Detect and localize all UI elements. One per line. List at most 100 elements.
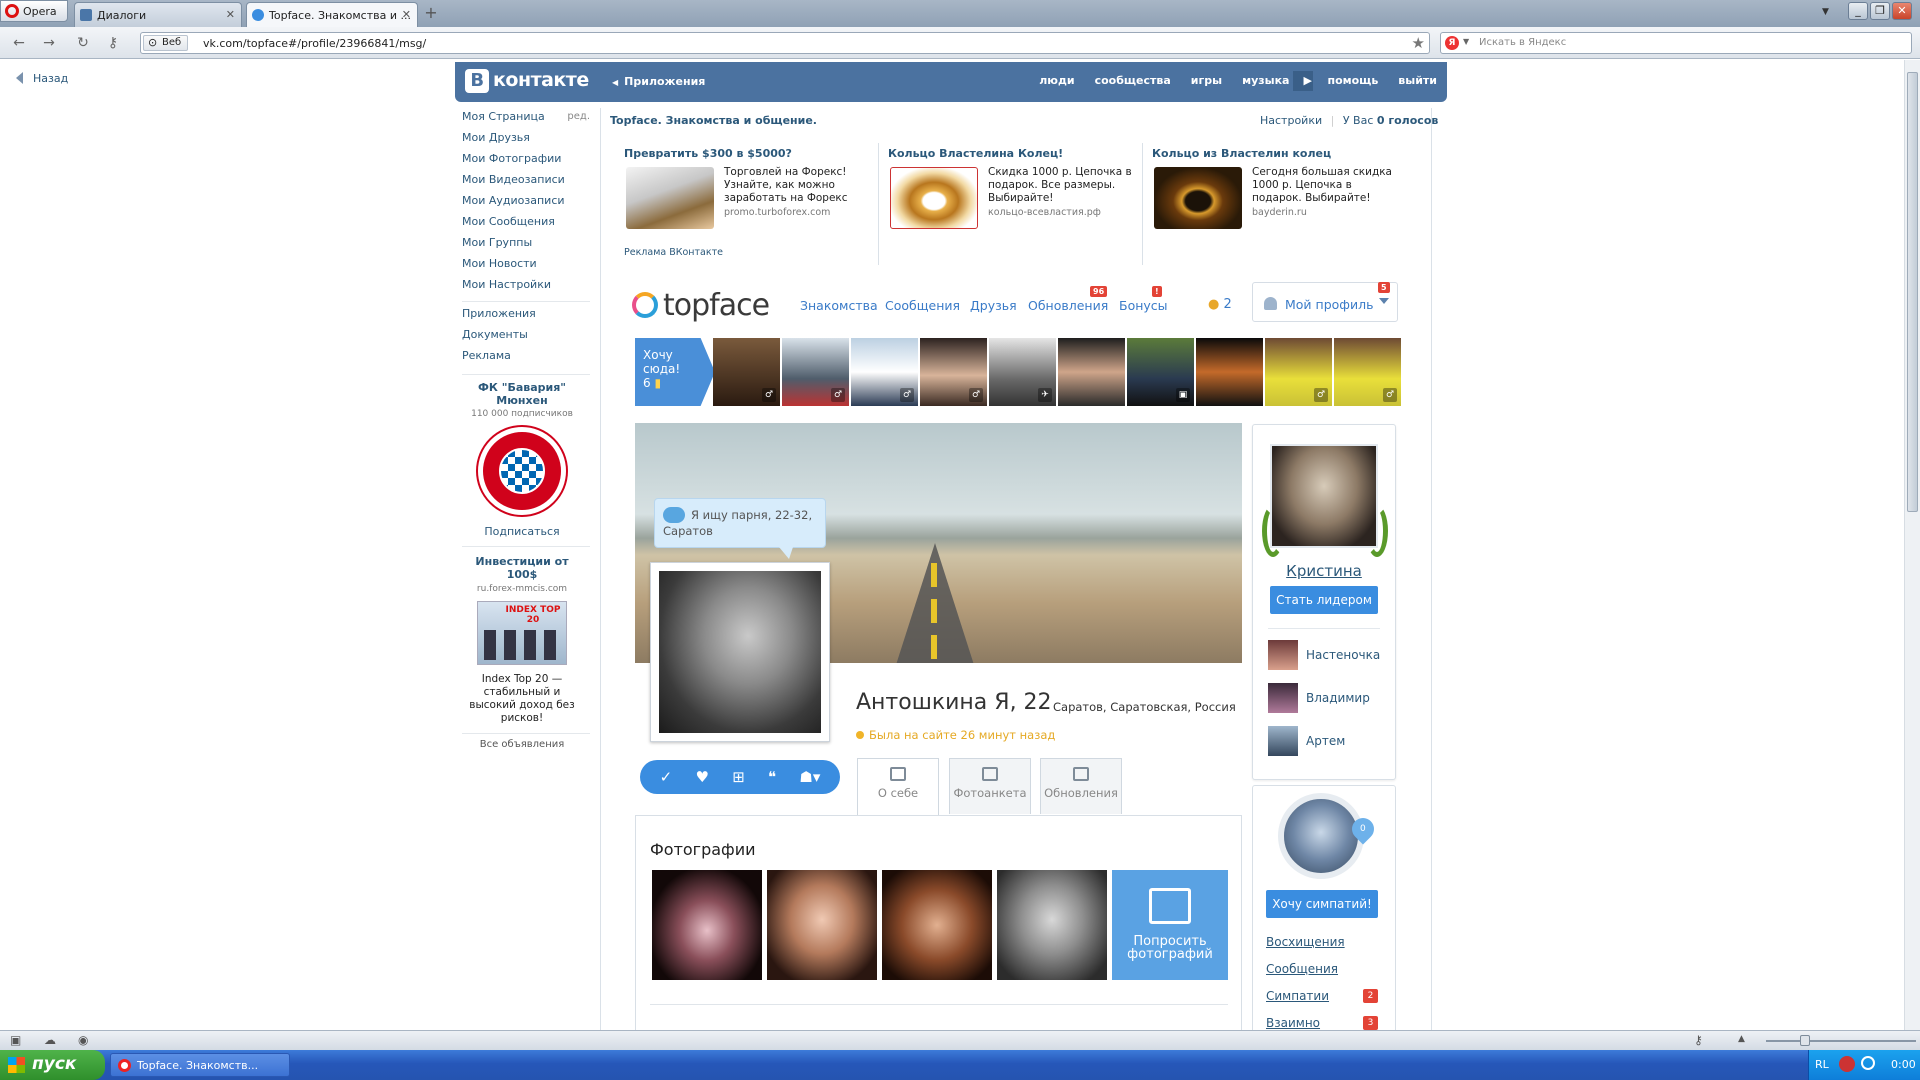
user-thumbnail[interactable]: ♂ [1334, 338, 1401, 406]
ad-ring-1[interactable]: Кольцо Властелина Колец! Скидка 1000 р. … [888, 147, 1143, 267]
menu-my-videos[interactable]: Мои Видеозаписи [462, 173, 590, 194]
tf-nav-messages[interactable]: Сообщения [885, 298, 960, 313]
tab-list-icon[interactable]: ▼ [1822, 7, 1829, 17]
clock[interactable]: 0:00 [1891, 1058, 1916, 1071]
menu-my-audio[interactable]: Мои Аудиозаписи [462, 194, 590, 215]
ad-title[interactable]: Кольцо Властелина Колец! [888, 147, 1143, 160]
restore-icon[interactable]: ❐ [1870, 2, 1890, 20]
tab-updates[interactable]: Обновления [1040, 758, 1122, 814]
topface-logo[interactable]: topface [632, 288, 770, 323]
add-user-icon[interactable]: ☗▾ [799, 768, 820, 786]
ad-ring-image[interactable] [1154, 167, 1242, 229]
ad-ring-image[interactable] [890, 167, 978, 229]
tray-network-icon[interactable] [1861, 1056, 1875, 1070]
user-thumbnail[interactable]: ▣ [1127, 338, 1194, 406]
menu-my-news[interactable]: Мои Новости [462, 257, 590, 278]
nav-games[interactable]: игры [1181, 74, 1232, 91]
back-arrow-icon[interactable]: ← [10, 34, 28, 52]
vk-ads-label[interactable]: Реклама ВКонтакте [624, 247, 723, 258]
photo-thumbnail[interactable] [882, 870, 992, 980]
yandex-icon[interactable]: Я [1445, 36, 1459, 50]
triangle-up-icon[interactable]: ▲ [1738, 1034, 1745, 1044]
tf-nav-friends[interactable]: Друзья [970, 298, 1017, 313]
user-thumbnail[interactable]: ✈ [989, 338, 1056, 406]
my-profile-dropdown[interactable]: Мой профиль [1252, 282, 1398, 322]
menu-my-photos[interactable]: Мои Фотографии [462, 152, 590, 173]
language-indicator[interactable]: RL [1815, 1058, 1829, 1071]
photo-thumbnail[interactable] [652, 870, 762, 980]
photo-thumbnail[interactable] [767, 870, 877, 980]
apps-link[interactable]: ◀ Приложения [612, 75, 705, 88]
become-leader-button[interactable]: Стать лидером [1270, 586, 1378, 614]
edit-link[interactable]: ред. [567, 110, 590, 124]
vk-logo[interactable]: Вконтакте [465, 69, 589, 93]
user-thumbnail[interactable]: ♂ [851, 338, 918, 406]
ad-money-image[interactable] [626, 167, 714, 229]
minimize-icon[interactable]: _ [1848, 2, 1868, 20]
reload-icon[interactable]: ↻ [74, 34, 92, 52]
menu-my-messages[interactable]: Мои Сообщения [462, 215, 590, 236]
cloud-icon[interactable]: ☁ [44, 1033, 56, 1047]
friend-avatar[interactable] [1268, 683, 1298, 713]
subscribe-link[interactable]: Подписаться [462, 525, 582, 538]
user-thumbnail[interactable]: ♂ [1265, 338, 1332, 406]
votes-value[interactable]: 0 голосов [1377, 114, 1438, 127]
user-thumbnail[interactable] [1196, 338, 1263, 406]
opera-menu-button[interactable]: Opera [0, 0, 68, 22]
side-ad-forex[interactable]: Инвестиции от 100$ ru.forex-mmcis.com IN… [462, 555, 582, 725]
leader-photo[interactable] [1270, 444, 1378, 548]
want-sympathy-button[interactable]: Хочу симпатий! [1266, 890, 1378, 918]
address-url[interactable]: vk.com/topface#/profile/23966841/msg/ [203, 37, 426, 50]
photo-thumbnail[interactable] [997, 870, 1107, 980]
back-link[interactable]: Назад [16, 72, 68, 85]
user-thumbnail[interactable]: ♂ [920, 338, 987, 406]
tab-dialogs[interactable]: Диалоги ✕ [74, 2, 242, 27]
message-icon[interactable]: ❝ [768, 768, 776, 786]
gift-icon[interactable]: ⊞ [732, 768, 745, 786]
user-thumbnail[interactable]: ♂ [782, 338, 849, 406]
tab-photo-profile[interactable]: Фотоанкета [949, 758, 1031, 814]
ad-ring-2[interactable]: Кольцо из Властелин колец Сегодня больша… [1152, 147, 1407, 267]
side-ad-bayern[interactable]: ФК "Бавария" Мюнхен 110 000 подписчиков … [462, 381, 582, 538]
tf-nav-bonuses[interactable]: Бонусы [1119, 298, 1168, 313]
mutual-link[interactable]: Взаимно [1266, 1016, 1320, 1030]
ad-title[interactable]: Превратить $300 в $5000? [624, 147, 879, 160]
friend-avatar[interactable] [1268, 726, 1298, 756]
index-top20-image[interactable]: INDEX TOP 20 [477, 601, 567, 665]
friend-link[interactable]: Настеночка [1268, 640, 1388, 670]
nav-logout[interactable]: выйти [1388, 74, 1447, 91]
tray-app-icon[interactable] [1839, 1056, 1855, 1072]
friend-avatar[interactable] [1268, 640, 1298, 670]
ask-photos-button[interactable]: Попросить фотографий [1112, 870, 1228, 980]
friend-name[interactable]: Настеночка [1306, 648, 1380, 662]
heart-icon[interactable]: ♥ [695, 768, 708, 786]
friend-name[interactable]: Владимир [1306, 691, 1370, 705]
page-scrollbar[interactable] [1904, 60, 1920, 1030]
friend-name[interactable]: Артем [1306, 734, 1345, 748]
menu-apps[interactable]: Приложения [462, 307, 590, 328]
search-engine-dropdown-icon[interactable]: ▼ [1463, 37, 1469, 46]
close-window-icon[interactable]: ✕ [1892, 2, 1912, 20]
new-tab-button[interactable]: + [422, 5, 440, 23]
forward-arrow-icon[interactable]: → [40, 34, 58, 52]
nav-communities[interactable]: сообщества [1085, 74, 1181, 91]
bayern-logo-icon[interactable] [478, 427, 566, 515]
admirations-link[interactable]: Восхищения [1266, 935, 1345, 949]
search-field[interactable]: Я ▼ Искать в Яндекс [1440, 32, 1912, 54]
zoom-slider[interactable] [1766, 1040, 1916, 1042]
side-ad-title[interactable]: Инвестиции от 100$ [462, 555, 582, 581]
admire-icon[interactable]: ✓ [660, 768, 673, 786]
address-mode-badge[interactable]: Веб [143, 35, 189, 51]
friend-link[interactable]: Владимир [1268, 683, 1388, 713]
sympathies-link[interactable]: Симпатии [1266, 989, 1329, 1003]
menu-my-page[interactable]: Моя Страница ред. [462, 110, 590, 131]
tab-close-icon[interactable]: ✕ [226, 8, 235, 21]
speed-dial-icon[interactable]: ◉ [78, 1033, 88, 1047]
nav-people[interactable]: люди [1029, 74, 1084, 91]
bookmark-star-icon[interactable]: ★ [1412, 34, 1425, 52]
want-here-button[interactable]: Хочу сюда! 6 ▮ [635, 338, 715, 406]
user-thumbnail[interactable] [1058, 338, 1125, 406]
nav-help[interactable]: помощь [1313, 74, 1388, 91]
menu-ads[interactable]: Реклама [462, 349, 590, 370]
menu-my-settings[interactable]: Мои Настройки [462, 278, 590, 299]
